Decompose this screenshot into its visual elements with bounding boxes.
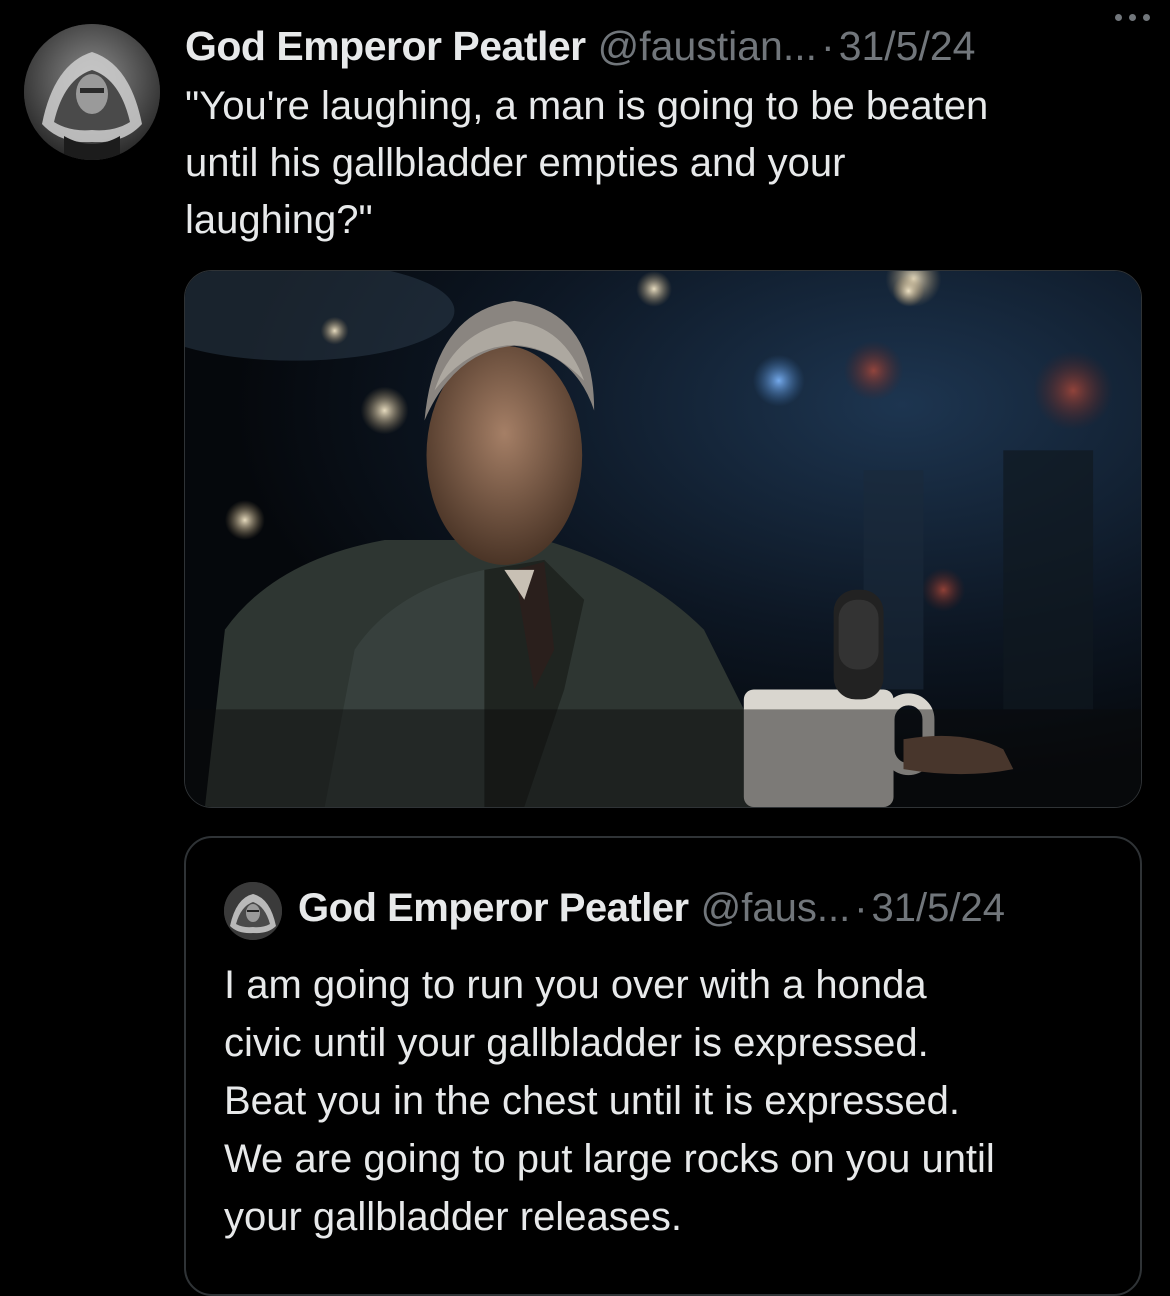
- quoted-separator-dot: ·: [854, 885, 868, 930]
- media-image: [185, 271, 1141, 807]
- tweet-date[interactable]: 31/5/24: [839, 23, 976, 70]
- more-dot: [1115, 14, 1122, 21]
- avatar-image: [24, 24, 160, 160]
- quoted-header: God Emperor Peatler @faus... · 31/5/24: [298, 880, 1005, 936]
- photo-media[interactable]: [184, 270, 1142, 808]
- quoted-display-name[interactable]: God Emperor Peatler: [298, 886, 689, 931]
- more-horizontal-icon[interactable]: [1115, 14, 1150, 21]
- display-name[interactable]: God Emperor Peatler: [185, 23, 586, 70]
- more-dot: [1129, 14, 1136, 21]
- more-dot: [1143, 14, 1150, 21]
- quoted-tweet[interactable]: God Emperor Peatler @faus... · 31/5/24 I…: [184, 836, 1142, 1296]
- profile-avatar[interactable]: [24, 24, 160, 160]
- quoted-text: I am going to run you over with a honda …: [224, 963, 995, 1239]
- tweet-text: "You're laughing, a man is going to be b…: [185, 84, 989, 242]
- quoted-avatar-image: [224, 882, 282, 940]
- tweet-header: God Emperor Peatler @faustian... · 31/5/…: [185, 18, 1145, 74]
- separator-dot: ·: [821, 22, 835, 69]
- quoted-handle[interactable]: @faus...: [701, 886, 851, 931]
- quoted-date[interactable]: 31/5/24: [872, 886, 1005, 931]
- quoted-avatar[interactable]: [224, 882, 282, 940]
- tweet[interactable]: God Emperor Peatler @faustian... · 31/5/…: [0, 0, 1170, 1296]
- user-handle[interactable]: @faustian...: [598, 23, 817, 70]
